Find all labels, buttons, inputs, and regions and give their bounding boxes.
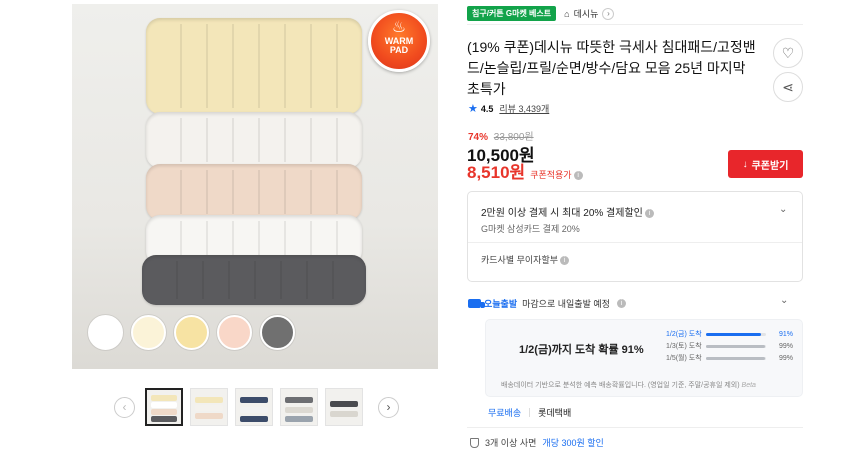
today-ship-badge: 오늘출발 (468, 297, 517, 310)
card-benefit-main: 2만원 이상 결제 시 최대 20% 결제할인 i (481, 204, 654, 219)
star-icon: ★ (468, 103, 478, 115)
delivery-forecast: 1/2(금)까지 도착 확률 91% 1/2(금) 도착 91% 1/3(토) … (485, 319, 803, 397)
bundle-discount: 3개 이상 사면 개당 300원 할인 (470, 436, 604, 449)
truck-icon (468, 299, 485, 308)
forecast-headline: 1/2(금)까지 도착 확률 91% (519, 344, 644, 356)
product-main-image: ♨ WARM PAD (72, 4, 438, 369)
shipping-fee: 무료배송 (488, 408, 522, 418)
swatch-white (88, 315, 123, 350)
forecast-date: 1/2(금) 도착 (666, 331, 702, 338)
swatch-gray (260, 315, 295, 350)
coupon-price-row: 8,510원 쿠폰적용가 i (467, 158, 583, 183)
coupon-note-text: 쿠폰적용가 (530, 170, 572, 180)
shield-icon (470, 437, 479, 448)
forecast-date: 1/5(월) 도착 (666, 355, 702, 362)
color-swatches (88, 315, 295, 350)
forecast-row: 1/3(토) 도착 99% (666, 340, 793, 352)
store-name: 데시뉴 (573, 9, 599, 19)
forecast-row: 1/5(월) 도착 99% (666, 352, 793, 364)
yellow-pad (146, 18, 362, 114)
flame-icon: ♨ (391, 19, 407, 36)
forecast-fill (706, 332, 761, 336)
badge-text-pad: PAD (389, 45, 409, 55)
swatch-yellow (174, 315, 209, 350)
beta-label: Beta (741, 382, 756, 389)
forecast-track (706, 356, 766, 360)
chevron-right-icon[interactable]: › (378, 396, 399, 418)
forecast-fill (706, 344, 766, 348)
get-coupon-button[interactable]: ↓ 쿠폰받기 (728, 150, 803, 178)
thumbnail-5[interactable] (325, 388, 363, 426)
get-coupon-label: 쿠폰받기 (751, 160, 789, 172)
shipping-carrier: 롯데택배 (538, 408, 572, 418)
coupon-price: 8,510원 (467, 163, 526, 182)
thumbnail-4[interactable] (280, 388, 318, 426)
white-pad (146, 112, 362, 168)
heart-icon[interactable]: ♡ (773, 38, 803, 68)
info-icon[interactable]: i (616, 299, 626, 308)
disclaimer-text: 배송데이터 기반으로 분석한 예측 배송확률입니다. (영업일 기준, 주말/공… (501, 382, 740, 389)
divider (467, 427, 803, 428)
forecast-bars: 1/2(금) 도착 91% 1/3(토) 도착 99% 1/5(월) 도착 99… (666, 328, 793, 364)
store-link[interactable]: ⌂ 데시뉴 › (564, 7, 615, 20)
forecast-track (706, 332, 766, 336)
gray-pad (142, 255, 366, 305)
divider (468, 242, 802, 243)
forecast-percent: 99% (779, 354, 794, 362)
shipping-info: 무료배송 롯데택배 (488, 406, 571, 419)
divider (529, 408, 531, 417)
thumbnail-strip: ‹ › (114, 388, 399, 426)
card-benefit-text: 2만원 이상 결제 시 최대 20% 결제할인 (481, 208, 643, 219)
thumbnail-2[interactable] (190, 388, 228, 426)
download-icon: ↓ (742, 158, 748, 170)
forecast-date: 1/3(토) 도착 (666, 343, 702, 350)
info-icon[interactable]: i (573, 171, 583, 181)
forecast-track (706, 344, 766, 348)
swatch-pink (217, 315, 252, 350)
forecast-percent: 91% (779, 330, 794, 338)
review-count-link[interactable]: 리뷰 3,439개 (499, 102, 549, 115)
info-icon[interactable]: i (560, 256, 570, 266)
today-ship-label: 오늘출발 (484, 299, 518, 309)
chevron-down-icon[interactable]: ⌄ (780, 295, 788, 306)
delivery-text: 마감으로 내일출발 예정 (522, 299, 610, 309)
product-title: (19% 쿠폰)데시뉴 따뜻한 극세사 침대패드/고정밴드/논슬립/프릴/순면/… (467, 39, 756, 97)
card-benefit-sub: G마켓 삼성카드 결제 20% (481, 224, 580, 234)
warm-pad-badge: ♨ WARM PAD (368, 10, 430, 72)
beige-pad (146, 164, 362, 220)
rating: ★ 4.5 리뷰 3,439개 (468, 102, 549, 115)
chevron-left-icon[interactable]: ‹ (114, 396, 135, 418)
chevron-right-icon: › (602, 7, 615, 20)
bundle-discount-link[interactable]: 개당 300원 할인 (542, 436, 603, 449)
rating-score: 4.5 (480, 103, 494, 114)
chevron-down-icon[interactable]: ⌄ (779, 204, 787, 215)
installment-text: 카드사별 무이자할부 (481, 255, 559, 265)
coupon-price-label: 쿠폰적용가 i (530, 168, 583, 181)
card-benefit-box[interactable]: 2만원 이상 결제 시 최대 20% 결제할인 i G마켓 삼성카드 결제 20%… (467, 191, 803, 282)
best-tag[interactable]: 침구/커튼 G마켓 베스트 (467, 6, 557, 21)
bundle-text: 3개 이상 사면 (485, 438, 537, 448)
info-icon[interactable]: i (644, 208, 654, 218)
delivery-header: 오늘출발 마감으로 내일출발 예정 i (468, 297, 626, 310)
home-icon: ⌂ (564, 8, 570, 19)
forecast-fill (706, 356, 766, 360)
forecast-percent: 99% (779, 342, 794, 350)
thumbnail-3[interactable] (235, 388, 273, 426)
share-icon[interactable]: ⋖ (773, 72, 803, 102)
installment-info: 카드사별 무이자할부 i (481, 253, 570, 266)
divider (467, 24, 803, 25)
swatch-cream (131, 315, 166, 350)
forecast-disclaimer: 배송데이터 기반으로 분석한 예측 배송확률입니다. (영업일 기준, 주말/공… (501, 380, 756, 390)
thumbnail-1[interactable] (145, 388, 183, 426)
forecast-row: 1/2(금) 도착 91% (666, 328, 793, 340)
product-tags: 침구/커튼 G마켓 베스트 ⌂ 데시뉴 › (467, 6, 615, 21)
